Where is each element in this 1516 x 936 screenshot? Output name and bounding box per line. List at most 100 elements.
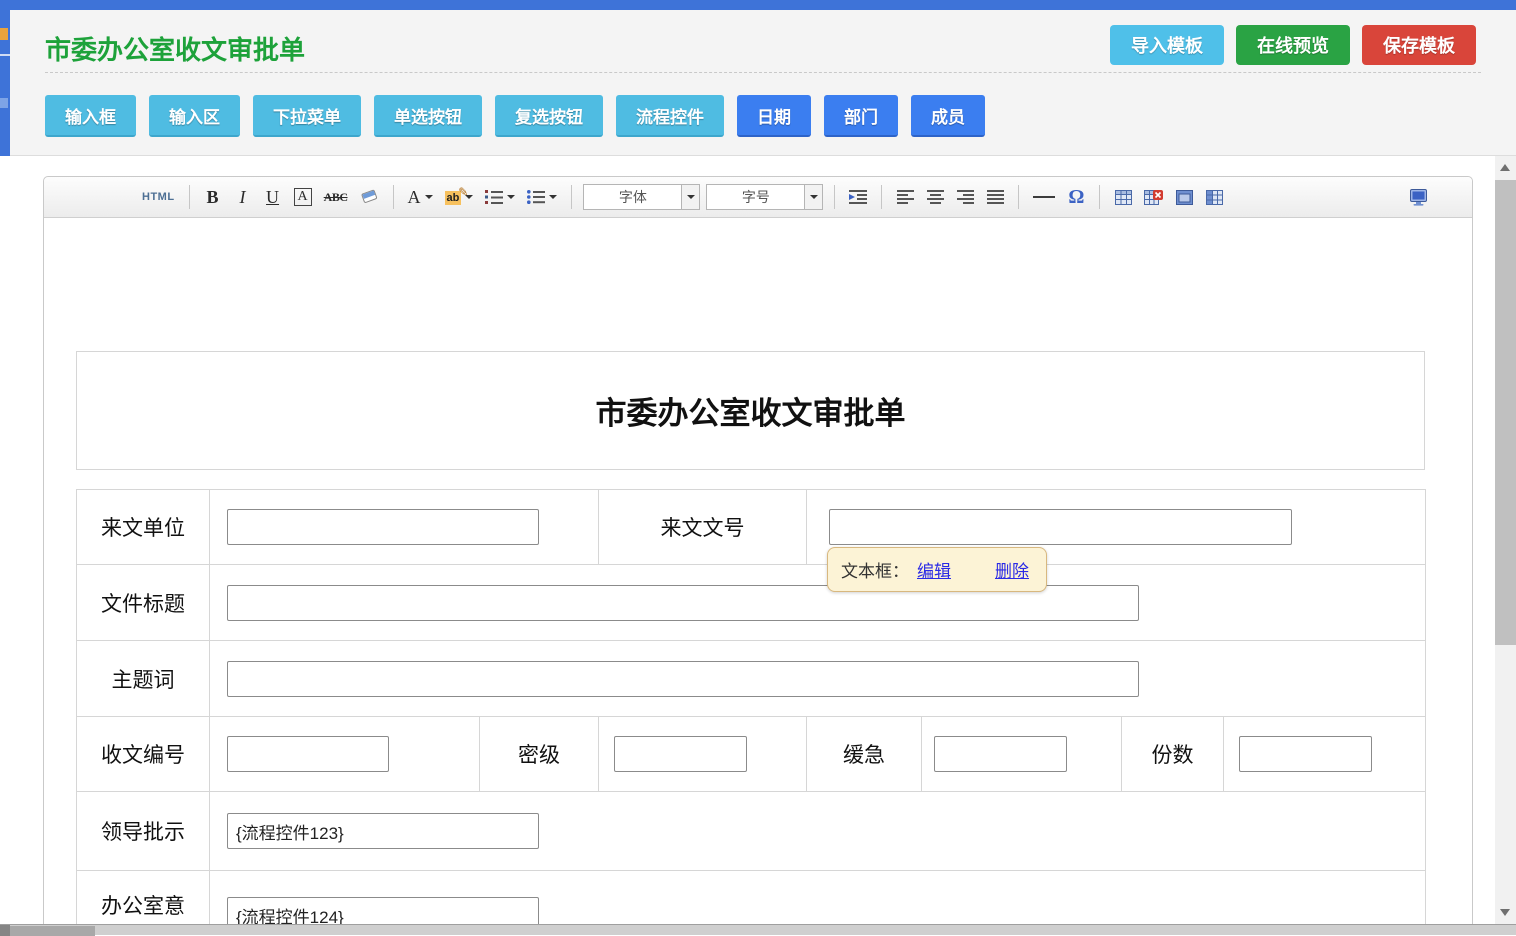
add-dropdown-button[interactable]: 下拉菜单 xyxy=(253,95,361,137)
left-strip-fragment xyxy=(0,98,8,108)
incoming-unit-input[interactable] xyxy=(227,509,539,545)
scroll-down-arrow-icon[interactable] xyxy=(1500,909,1510,916)
font-size-select[interactable]: 字号 xyxy=(706,184,823,210)
receipt-number-input[interactable] xyxy=(227,736,389,772)
align-right-button[interactable] xyxy=(953,183,977,211)
field-label-document-title: 文件标题 xyxy=(77,565,210,641)
editor-document-area[interactable]: 市委办公室收文审批单 来文单位 来文文号 文件标题 主题词 收文 xyxy=(44,218,1472,925)
scroll-up-arrow-icon[interactable] xyxy=(1500,164,1510,171)
incoming-doc-number-input[interactable] xyxy=(829,509,1292,545)
italic-button[interactable]: I xyxy=(231,183,255,211)
online-preview-button[interactable]: 在线预览 xyxy=(1236,25,1350,65)
header-panel: 市委办公室收文审批单 导入模板 在线预览 保存模板 输入框 输入区 下拉菜单 单… xyxy=(10,10,1516,156)
toolbar-separator xyxy=(834,185,835,209)
unordered-list-button[interactable] xyxy=(524,183,560,211)
horizontal-scrollbar[interactable] xyxy=(0,924,1516,935)
font-family-select[interactable]: 字体 xyxy=(583,184,700,210)
document-title-cell: 市委办公室收文审批单 xyxy=(76,351,1425,470)
add-radio-button[interactable]: 单选按钮 xyxy=(374,95,482,137)
eraser-icon[interactable] xyxy=(357,183,382,211)
top-accent-bar xyxy=(0,0,1516,10)
align-center-button[interactable] xyxy=(923,183,947,211)
editor-toolbar: HTML B I U A ABC A ab✎ xyxy=(44,177,1472,218)
subject-words-input[interactable] xyxy=(227,661,1139,697)
table-row: 收文编号 密级 缓急 份数 xyxy=(77,717,1426,792)
delete-table-button[interactable] xyxy=(1141,183,1166,211)
add-department-button[interactable]: 部门 xyxy=(824,95,898,137)
field-label-incoming-unit: 来文单位 xyxy=(77,490,210,565)
fullscreen-monitor-button[interactable] xyxy=(1405,183,1432,211)
toolbar-separator xyxy=(393,185,394,209)
rich-text-editor: HTML B I U A ABC A ab✎ xyxy=(43,176,1473,925)
toolbar-separator xyxy=(1099,185,1100,209)
toolbar-separator xyxy=(189,185,190,209)
field-control-toolbar: 输入框 输入区 下拉菜单 单选按钮 复选按钮 流程控件 日期 部门 成员 xyxy=(45,95,985,137)
field-label-subject-words: 主题词 xyxy=(77,641,210,717)
left-strip-fragment xyxy=(0,28,8,40)
add-date-button[interactable]: 日期 xyxy=(737,95,811,137)
chevron-down-icon[interactable] xyxy=(681,185,699,209)
left-edge-strip xyxy=(0,10,10,156)
pencil-icon: ✎ xyxy=(458,185,468,199)
bold-button[interactable]: B xyxy=(201,183,225,211)
urgency-input[interactable] xyxy=(934,736,1067,772)
add-checkbox-button[interactable]: 复选按钮 xyxy=(495,95,603,137)
leader-instructions-input[interactable] xyxy=(227,813,539,849)
field-label-incoming-doc-number: 来文文号 xyxy=(599,490,807,565)
chevron-down-icon xyxy=(507,195,515,199)
header-action-buttons: 导入模板 在线预览 保存模板 xyxy=(1110,25,1476,65)
font-style-button[interactable]: A xyxy=(291,183,315,211)
page-title: 市委办公室收文审批单 xyxy=(45,30,305,67)
document-title: 市委办公室收文审批单 xyxy=(596,388,906,433)
toolbar-separator xyxy=(1018,185,1019,209)
horizontal-rule-button[interactable] xyxy=(1030,183,1058,211)
toolbar-separator xyxy=(571,185,572,209)
copies-input[interactable] xyxy=(1239,736,1372,772)
indent-button[interactable] xyxy=(846,183,870,211)
approval-form-table: 来文单位 来文文号 文件标题 主题词 收文编号 密级 缓急 份数 xyxy=(76,489,1426,925)
add-member-button[interactable]: 成员 xyxy=(911,95,985,137)
add-input-box-button[interactable]: 输入框 xyxy=(45,95,136,137)
office-opinion-input[interactable] xyxy=(227,897,539,925)
vertical-scrollbar-thumb[interactable] xyxy=(1495,180,1516,645)
field-label-copies: 份数 xyxy=(1122,717,1224,792)
table-row: 文件标题 xyxy=(77,565,1426,641)
field-label-office-opinion: 办公室意 xyxy=(77,871,210,926)
html-source-button[interactable]: HTML xyxy=(139,183,178,211)
cell-properties-button[interactable] xyxy=(1202,183,1226,211)
table-row: 办公室意 xyxy=(77,871,1426,926)
toolbar-separator xyxy=(881,185,882,209)
field-label-receipt-number: 收文编号 xyxy=(77,717,210,792)
textbox-context-tooltip: 文本框： 编辑 删除 xyxy=(827,547,1047,592)
special-character-button[interactable]: Ω xyxy=(1064,183,1088,211)
delete-field-link[interactable]: 删除 xyxy=(995,557,1029,582)
align-left-button[interactable] xyxy=(893,183,917,211)
vertical-scrollbar[interactable] xyxy=(1495,156,1516,924)
add-flow-control-button[interactable]: 流程控件 xyxy=(616,95,724,137)
save-template-button[interactable]: 保存模板 xyxy=(1362,25,1476,65)
add-textarea-button[interactable]: 输入区 xyxy=(149,95,240,137)
highlight-color-button[interactable]: ab✎ xyxy=(442,183,477,211)
font-color-button[interactable]: A xyxy=(405,183,436,211)
tooltip-label: 文本框： xyxy=(841,557,909,582)
scrollbar-corner xyxy=(0,925,10,936)
table-row: 来文单位 来文文号 xyxy=(77,490,1426,565)
table-row: 领导批示 xyxy=(77,792,1426,871)
left-strip-fragment xyxy=(0,54,10,56)
field-label-leader-instructions: 领导批示 xyxy=(77,792,210,871)
strikethrough-button[interactable]: ABC xyxy=(321,183,351,211)
security-level-input[interactable] xyxy=(614,736,747,772)
field-label-security-level: 密级 xyxy=(480,717,599,792)
dashed-divider xyxy=(45,72,1481,73)
table-properties-button[interactable] xyxy=(1172,183,1196,211)
chevron-down-icon xyxy=(549,195,557,199)
import-template-button[interactable]: 导入模板 xyxy=(1110,25,1224,65)
insert-table-button[interactable] xyxy=(1111,183,1135,211)
chevron-down-icon[interactable] xyxy=(804,185,822,209)
underline-button[interactable]: U xyxy=(261,183,285,211)
align-justify-button[interactable] xyxy=(983,183,1007,211)
ordered-list-button[interactable] xyxy=(482,183,518,211)
table-row: 主题词 xyxy=(77,641,1426,717)
chevron-down-icon xyxy=(425,195,433,199)
edit-field-link[interactable]: 编辑 xyxy=(917,557,951,582)
